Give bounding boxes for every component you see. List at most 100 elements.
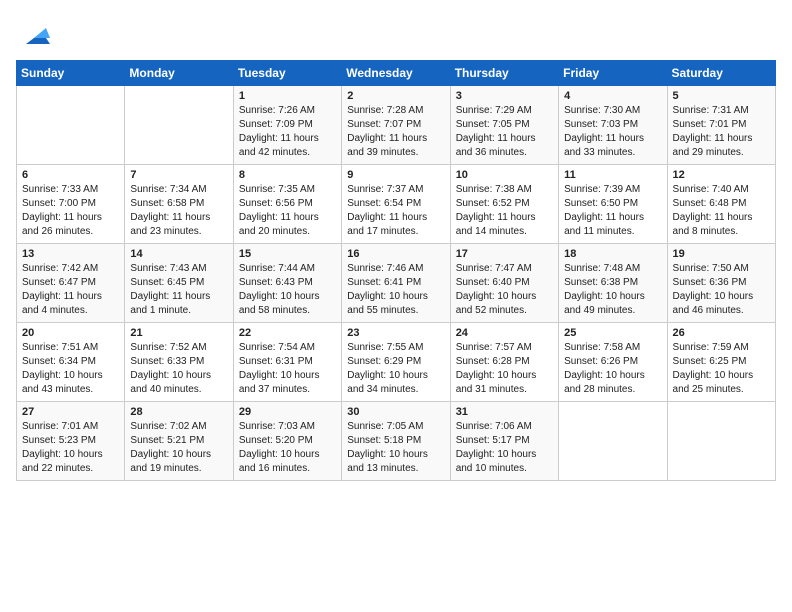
calendar-cell: 2 Sunrise: 7:28 AM Sunset: 7:07 PM Daylig…	[342, 86, 450, 165]
calendar-cell: 17 Sunrise: 7:47 AM Sunset: 6:40 PM Dayli…	[450, 244, 558, 323]
calendar-cell: 7 Sunrise: 7:34 AM Sunset: 6:58 PM Daylig…	[125, 165, 233, 244]
day-number: 2	[347, 90, 444, 102]
day-details: Sunrise: 7:33 AM Sunset: 7:00 PM Dayligh…	[22, 183, 119, 239]
calendar-cell: 30Sunrise: 7:05 AM Sunset: 5:18 PM Dayli…	[342, 402, 450, 481]
calendar-cell: 6 Sunrise: 7:33 AM Sunset: 7:00 PM Daylig…	[17, 165, 125, 244]
calendar-cell: 1 Sunrise: 7:26 AM Sunset: 7:09 PM Daylig…	[233, 86, 341, 165]
weekday-header-friday: Friday	[559, 61, 667, 86]
day-details: Sunrise: 7:06 AM Sunset: 5:17 PM Dayligh…	[456, 420, 553, 476]
day-details: Sunrise: 7:43 AM Sunset: 6:45 PM Dayligh…	[130, 262, 227, 318]
calendar-cell: 22Sunrise: 7:54 AM Sunset: 6:31 PM Dayli…	[233, 323, 341, 402]
day-number: 20	[22, 327, 119, 339]
weekday-header-tuesday: Tuesday	[233, 61, 341, 86]
day-number: 29	[239, 406, 336, 418]
calendar-cell: 13 Sunrise: 7:42 AM Sunset: 6:47 PM Dayli…	[17, 244, 125, 323]
calendar-cell: 10 Sunrise: 7:38 AM Sunset: 6:52 PM Dayli…	[450, 165, 558, 244]
day-number: 6	[22, 169, 119, 181]
calendar-cell: 26 Sunrise: 7:59 AM Sunset: 6:25 PM Dayli…	[667, 323, 775, 402]
calendar-table: SundayMondayTuesdayWednesdayThursdayFrid…	[16, 60, 776, 481]
day-number: 4	[564, 90, 661, 102]
day-number: 24	[456, 327, 553, 339]
calendar-cell: 31 Sunrise: 7:06 AM Sunset: 5:17 PM Dayli…	[450, 402, 558, 481]
day-details: Sunrise: 7:03 AM Sunset: 5:20 PM Dayligh…	[239, 420, 336, 476]
day-details: Sunrise: 7:28 AM Sunset: 7:07 PM Dayligh…	[347, 104, 444, 160]
calendar-cell: 23 Sunrise: 7:55 AM Sunset: 6:29 PM Dayli…	[342, 323, 450, 402]
calendar-cell: 8 Sunrise: 7:35 AM Sunset: 6:56 PM Daylig…	[233, 165, 341, 244]
day-number: 7	[130, 169, 227, 181]
calendar-cell: 11Sunrise: 7:39 AM Sunset: 6:50 PM Dayli…	[559, 165, 667, 244]
calendar-cell: 15 Sunrise: 7:44 AM Sunset: 6:43 PM Dayli…	[233, 244, 341, 323]
day-details: Sunrise: 7:54 AM Sunset: 6:31 PM Dayligh…	[239, 341, 336, 397]
day-details: Sunrise: 7:58 AM Sunset: 6:26 PM Dayligh…	[564, 341, 661, 397]
day-details: Sunrise: 7:48 AM Sunset: 6:38 PM Dayligh…	[564, 262, 661, 318]
day-details: Sunrise: 7:26 AM Sunset: 7:09 PM Dayligh…	[239, 104, 336, 160]
calendar-cell: 12 Sunrise: 7:40 AM Sunset: 6:48 PM Dayli…	[667, 165, 775, 244]
day-details: Sunrise: 7:55 AM Sunset: 6:29 PM Dayligh…	[347, 341, 444, 397]
calendar-cell: 19 Sunrise: 7:50 AM Sunset: 6:36 PM Dayli…	[667, 244, 775, 323]
page-header	[16, 16, 776, 48]
day-number: 19	[673, 248, 770, 260]
weekday-header-saturday: Saturday	[667, 61, 775, 86]
day-number: 8	[239, 169, 336, 181]
calendar-cell: 21 Sunrise: 7:52 AM Sunset: 6:33 PM Dayli…	[125, 323, 233, 402]
weekday-header-row: SundayMondayTuesdayWednesdayThursdayFrid…	[17, 61, 776, 86]
logo-icon	[18, 16, 50, 48]
day-details: Sunrise: 7:34 AM Sunset: 6:58 PM Dayligh…	[130, 183, 227, 239]
day-details: Sunrise: 7:50 AM Sunset: 6:36 PM Dayligh…	[673, 262, 770, 318]
day-number: 12	[673, 169, 770, 181]
day-details: Sunrise: 7:44 AM Sunset: 6:43 PM Dayligh…	[239, 262, 336, 318]
calendar-cell: 20 Sunrise: 7:51 AM Sunset: 6:34 PM Dayli…	[17, 323, 125, 402]
calendar-cell: 25 Sunrise: 7:58 AM Sunset: 6:26 PM Dayli…	[559, 323, 667, 402]
day-number: 23	[347, 327, 444, 339]
calendar-cell: 18 Sunrise: 7:48 AM Sunset: 6:38 PM Dayli…	[559, 244, 667, 323]
day-details: Sunrise: 7:02 AM Sunset: 5:21 PM Dayligh…	[130, 420, 227, 476]
logo	[16, 16, 50, 48]
day-details: Sunrise: 7:31 AM Sunset: 7:01 PM Dayligh…	[673, 104, 770, 160]
day-number: 14	[130, 248, 227, 260]
calendar-cell: 14 Sunrise: 7:43 AM Sunset: 6:45 PM Dayli…	[125, 244, 233, 323]
day-details: Sunrise: 7:30 AM Sunset: 7:03 PM Dayligh…	[564, 104, 661, 160]
day-number: 21	[130, 327, 227, 339]
day-details: Sunrise: 7:51 AM Sunset: 6:34 PM Dayligh…	[22, 341, 119, 397]
day-details: Sunrise: 7:42 AM Sunset: 6:47 PM Dayligh…	[22, 262, 119, 318]
week-row-4: 20 Sunrise: 7:51 AM Sunset: 6:34 PM Dayli…	[17, 323, 776, 402]
day-number: 13	[22, 248, 119, 260]
day-details: Sunrise: 7:37 AM Sunset: 6:54 PM Dayligh…	[347, 183, 444, 239]
day-number: 26	[673, 327, 770, 339]
calendar-cell	[667, 402, 775, 481]
day-number: 15	[239, 248, 336, 260]
day-number: 31	[456, 406, 553, 418]
day-number: 9	[347, 169, 444, 181]
day-details: Sunrise: 7:59 AM Sunset: 6:25 PM Dayligh…	[673, 341, 770, 397]
day-details: Sunrise: 7:47 AM Sunset: 6:40 PM Dayligh…	[456, 262, 553, 318]
day-details: Sunrise: 7:52 AM Sunset: 6:33 PM Dayligh…	[130, 341, 227, 397]
calendar-cell: 28Sunrise: 7:02 AM Sunset: 5:21 PM Dayli…	[125, 402, 233, 481]
day-number: 3	[456, 90, 553, 102]
day-details: Sunrise: 7:38 AM Sunset: 6:52 PM Dayligh…	[456, 183, 553, 239]
day-number: 25	[564, 327, 661, 339]
day-details: Sunrise: 7:35 AM Sunset: 6:56 PM Dayligh…	[239, 183, 336, 239]
day-number: 5	[673, 90, 770, 102]
calendar-cell: 29 Sunrise: 7:03 AM Sunset: 5:20 PM Dayli…	[233, 402, 341, 481]
week-row-3: 13 Sunrise: 7:42 AM Sunset: 6:47 PM Dayli…	[17, 244, 776, 323]
day-details: Sunrise: 7:40 AM Sunset: 6:48 PM Dayligh…	[673, 183, 770, 239]
day-number: 16	[347, 248, 444, 260]
day-details: Sunrise: 7:05 AM Sunset: 5:18 PM Dayligh…	[347, 420, 444, 476]
day-number: 10	[456, 169, 553, 181]
weekday-header-monday: Monday	[125, 61, 233, 86]
calendar-cell: 5 Sunrise: 7:31 AM Sunset: 7:01 PM Daylig…	[667, 86, 775, 165]
day-number: 1	[239, 90, 336, 102]
week-row-5: 27 Sunrise: 7:01 AM Sunset: 5:23 PM Dayli…	[17, 402, 776, 481]
day-details: Sunrise: 7:29 AM Sunset: 7:05 PM Dayligh…	[456, 104, 553, 160]
weekday-header-thursday: Thursday	[450, 61, 558, 86]
calendar-cell: 24Sunrise: 7:57 AM Sunset: 6:28 PM Dayli…	[450, 323, 558, 402]
day-number: 11	[564, 169, 661, 181]
day-details: Sunrise: 7:01 AM Sunset: 5:23 PM Dayligh…	[22, 420, 119, 476]
calendar-cell	[559, 402, 667, 481]
day-number: 18	[564, 248, 661, 260]
calendar-cell: 9 Sunrise: 7:37 AM Sunset: 6:54 PM Daylig…	[342, 165, 450, 244]
weekday-header-sunday: Sunday	[17, 61, 125, 86]
day-number: 17	[456, 248, 553, 260]
day-details: Sunrise: 7:46 AM Sunset: 6:41 PM Dayligh…	[347, 262, 444, 318]
day-number: 27	[22, 406, 119, 418]
